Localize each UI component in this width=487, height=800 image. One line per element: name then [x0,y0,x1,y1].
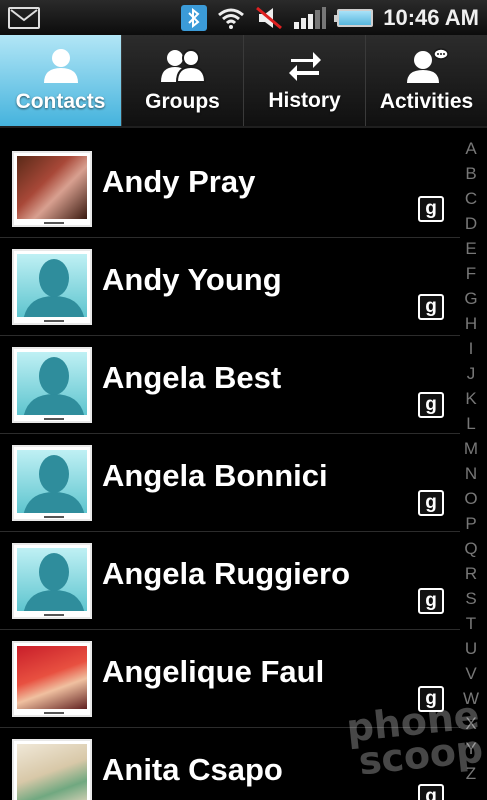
contact-name: Andy Young [102,262,282,297]
index-letter[interactable]: C [465,190,477,207]
tab-label: Groups [145,89,220,113]
google-account-icon: g [418,588,444,614]
default-avatar-icon [12,445,92,521]
contact-name: Angelique Faul [102,654,325,689]
index-letter[interactable]: V [465,665,476,682]
index-letter[interactable]: N [465,465,477,482]
signal-icon [294,6,327,29]
contact-name: Andy Pray [102,164,256,199]
contact-photo [12,641,92,717]
contact-name: Angela Ruggiero [102,556,351,591]
tab-history[interactable]: History [244,35,366,126]
index-letter[interactable]: F [466,265,476,282]
bluetooth-icon [181,4,208,31]
index-letter[interactable]: B [465,165,476,182]
contact-row[interactable]: Angela Bonnici g [0,434,460,532]
index-letter[interactable]: E [465,240,476,257]
tab-label: History [268,88,341,112]
index-letter[interactable]: R [465,565,477,582]
google-account-icon: g [418,294,444,320]
google-account-icon: g [418,490,444,516]
default-avatar-icon [12,347,92,423]
index-letter[interactable]: D [465,215,477,232]
status-time: 10:46 AM [383,4,479,30]
index-letter[interactable]: P [465,515,476,532]
index-letter[interactable]: A [465,140,476,157]
index-letter[interactable]: T [466,615,476,632]
contact-row[interactable]: Andy Pray g [0,140,460,238]
person-speech-icon [406,47,449,83]
index-letter[interactable]: O [464,490,477,507]
tab-label: Contacts [15,89,106,113]
battery-icon [334,8,374,27]
index-letter[interactable]: I [469,340,474,357]
contact-name: Anita Csapo [102,752,283,787]
tab-label: Activities [379,89,474,113]
index-letter[interactable]: K [465,390,476,407]
default-avatar-icon [12,249,92,325]
index-letter[interactable]: U [465,640,477,657]
index-letter[interactable]: L [466,415,475,432]
index-letter[interactable]: G [464,290,477,307]
contact-name: Angela Bonnici [102,458,328,493]
default-avatar-icon [12,543,92,619]
contact-name: Angela Best [102,360,282,395]
arrows-icon [288,51,321,81]
index-letter[interactable]: J [467,365,476,382]
tab-bar: Contacts Groups History Activities [0,35,487,128]
tab-contacts[interactable]: Contacts [0,35,122,126]
wifi-icon [218,8,245,29]
google-account-icon: g [418,196,444,222]
tab-groups[interactable]: Groups [122,35,244,126]
person-icon [43,48,78,83]
contact-row[interactable]: Angela Best g [0,336,460,434]
index-letter[interactable]: S [465,590,476,607]
index-letter[interactable]: Q [464,540,477,557]
contact-row[interactable]: Andy Young g [0,238,460,336]
tab-activities[interactable]: Activities [366,35,487,126]
google-account-icon: g [418,784,444,800]
index-letter[interactable]: H [465,315,477,332]
contact-photo [12,739,92,800]
mail-icon [8,6,40,29]
muted-speaker-icon [256,6,283,29]
people-icon [160,48,206,83]
status-bar: 10:46 AM [0,0,487,35]
google-account-icon: g [418,392,444,418]
contact-photo [12,151,92,227]
index-letter[interactable]: M [464,440,478,457]
contact-row[interactable]: Angela Ruggiero g [0,532,460,630]
watermark: phone scoop [318,693,485,794]
